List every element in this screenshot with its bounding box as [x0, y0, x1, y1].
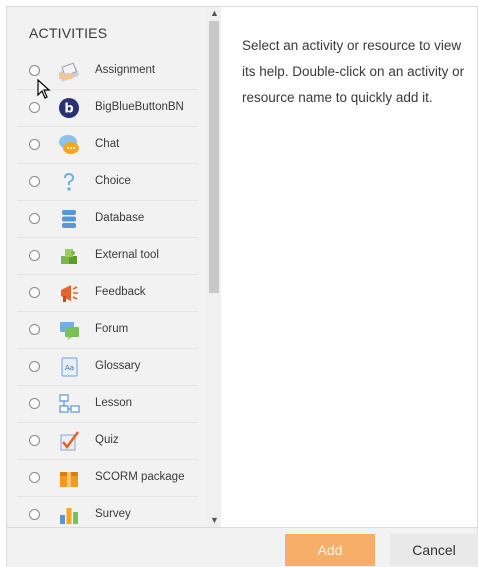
radio-button[interactable]: [29, 176, 40, 187]
assignment-icon: [59, 62, 79, 82]
dialog-footer: Add Cancel: [6, 528, 478, 567]
add-button[interactable]: Add: [285, 534, 375, 566]
activity-label[interactable]: Lesson: [95, 397, 132, 409]
activity-item-survey[interactable]: Survey: [17, 497, 197, 527]
radio-button[interactable]: [29, 398, 40, 409]
activity-item-external-tool[interactable]: External tool: [17, 238, 197, 275]
activity-item-scorm-package[interactable]: SCORM package: [17, 460, 197, 497]
lesson-icon: [59, 394, 80, 413]
activity-label[interactable]: Choice: [95, 175, 131, 187]
radio-button[interactable]: [29, 472, 40, 483]
radio-button[interactable]: [29, 250, 40, 261]
bigbluebutton-icon: b: [59, 98, 79, 118]
glossary-icon: Aa: [61, 357, 78, 377]
scorm-icon: [60, 472, 78, 487]
cancel-button[interactable]: Cancel: [390, 534, 478, 566]
activities-heading: ACTIVITIES: [29, 25, 108, 41]
forum-icon: [60, 322, 79, 340]
activity-label[interactable]: Forum: [95, 323, 128, 335]
radio-button[interactable]: [29, 435, 40, 446]
mouse-pointer-icon: [37, 79, 51, 99]
svg-text:b: b: [64, 102, 73, 117]
survey-icon: [60, 508, 78, 524]
radio-button[interactable]: [29, 213, 40, 224]
scrollbar-thumb[interactable]: [209, 21, 219, 293]
activity-item-feedback[interactable]: Feedback: [17, 275, 197, 312]
choice-icon: [64, 173, 74, 191]
help-text: Select an activity or resource to view i…: [242, 38, 465, 105]
activity-item-chat[interactable]: Chat: [17, 127, 197, 164]
database-icon: [62, 210, 76, 228]
activity-label[interactable]: BigBlueButtonBN: [95, 101, 184, 113]
radio-button[interactable]: [29, 139, 40, 150]
radio-button[interactable]: [29, 361, 40, 372]
activity-label[interactable]: External tool: [95, 249, 159, 261]
external-tool-icon: [61, 249, 77, 264]
activity-item-choice[interactable]: Choice: [17, 164, 197, 201]
activity-list-scrollbar[interactable]: ▲ ▼: [207, 7, 221, 527]
activity-label[interactable]: Chat: [95, 138, 119, 150]
activity-label[interactable]: Glossary: [95, 360, 140, 372]
activity-label[interactable]: Database: [95, 212, 144, 224]
activity-item-quiz[interactable]: Quiz: [17, 423, 197, 460]
activity-label[interactable]: SCORM package: [95, 471, 184, 483]
scroll-down-arrow-icon[interactable]: ▼: [210, 515, 219, 525]
activity-label[interactable]: Survey: [95, 508, 131, 520]
feedback-icon: [61, 285, 78, 302]
radio-button[interactable]: [29, 65, 40, 76]
scroll-up-arrow-icon[interactable]: ▲: [210, 8, 219, 18]
activities-pane: ACTIVITIES Assignment b BigBlueButtonBN: [7, 7, 221, 527]
activity-label[interactable]: Feedback: [95, 286, 146, 298]
activity-item-glossary[interactable]: Aa Glossary: [17, 349, 197, 386]
svg-text:Aa: Aa: [65, 364, 74, 372]
radio-button[interactable]: [29, 324, 40, 335]
radio-button[interactable]: [29, 102, 40, 113]
activity-list: Assignment b BigBlueButtonBN Chat Choice…: [7, 53, 207, 527]
activity-label[interactable]: Assignment: [95, 64, 155, 76]
activity-chooser-dialog: ACTIVITIES Assignment b BigBlueButtonBN: [6, 6, 478, 528]
quiz-icon: [60, 431, 80, 451]
activity-item-lesson[interactable]: Lesson: [17, 386, 197, 423]
activity-item-forum[interactable]: Forum: [17, 312, 197, 349]
activity-item-database[interactable]: Database: [17, 201, 197, 238]
radio-button[interactable]: [29, 287, 40, 298]
chat-icon: [59, 135, 79, 154]
radio-button[interactable]: [29, 509, 40, 520]
activity-label[interactable]: Quiz: [95, 434, 119, 446]
